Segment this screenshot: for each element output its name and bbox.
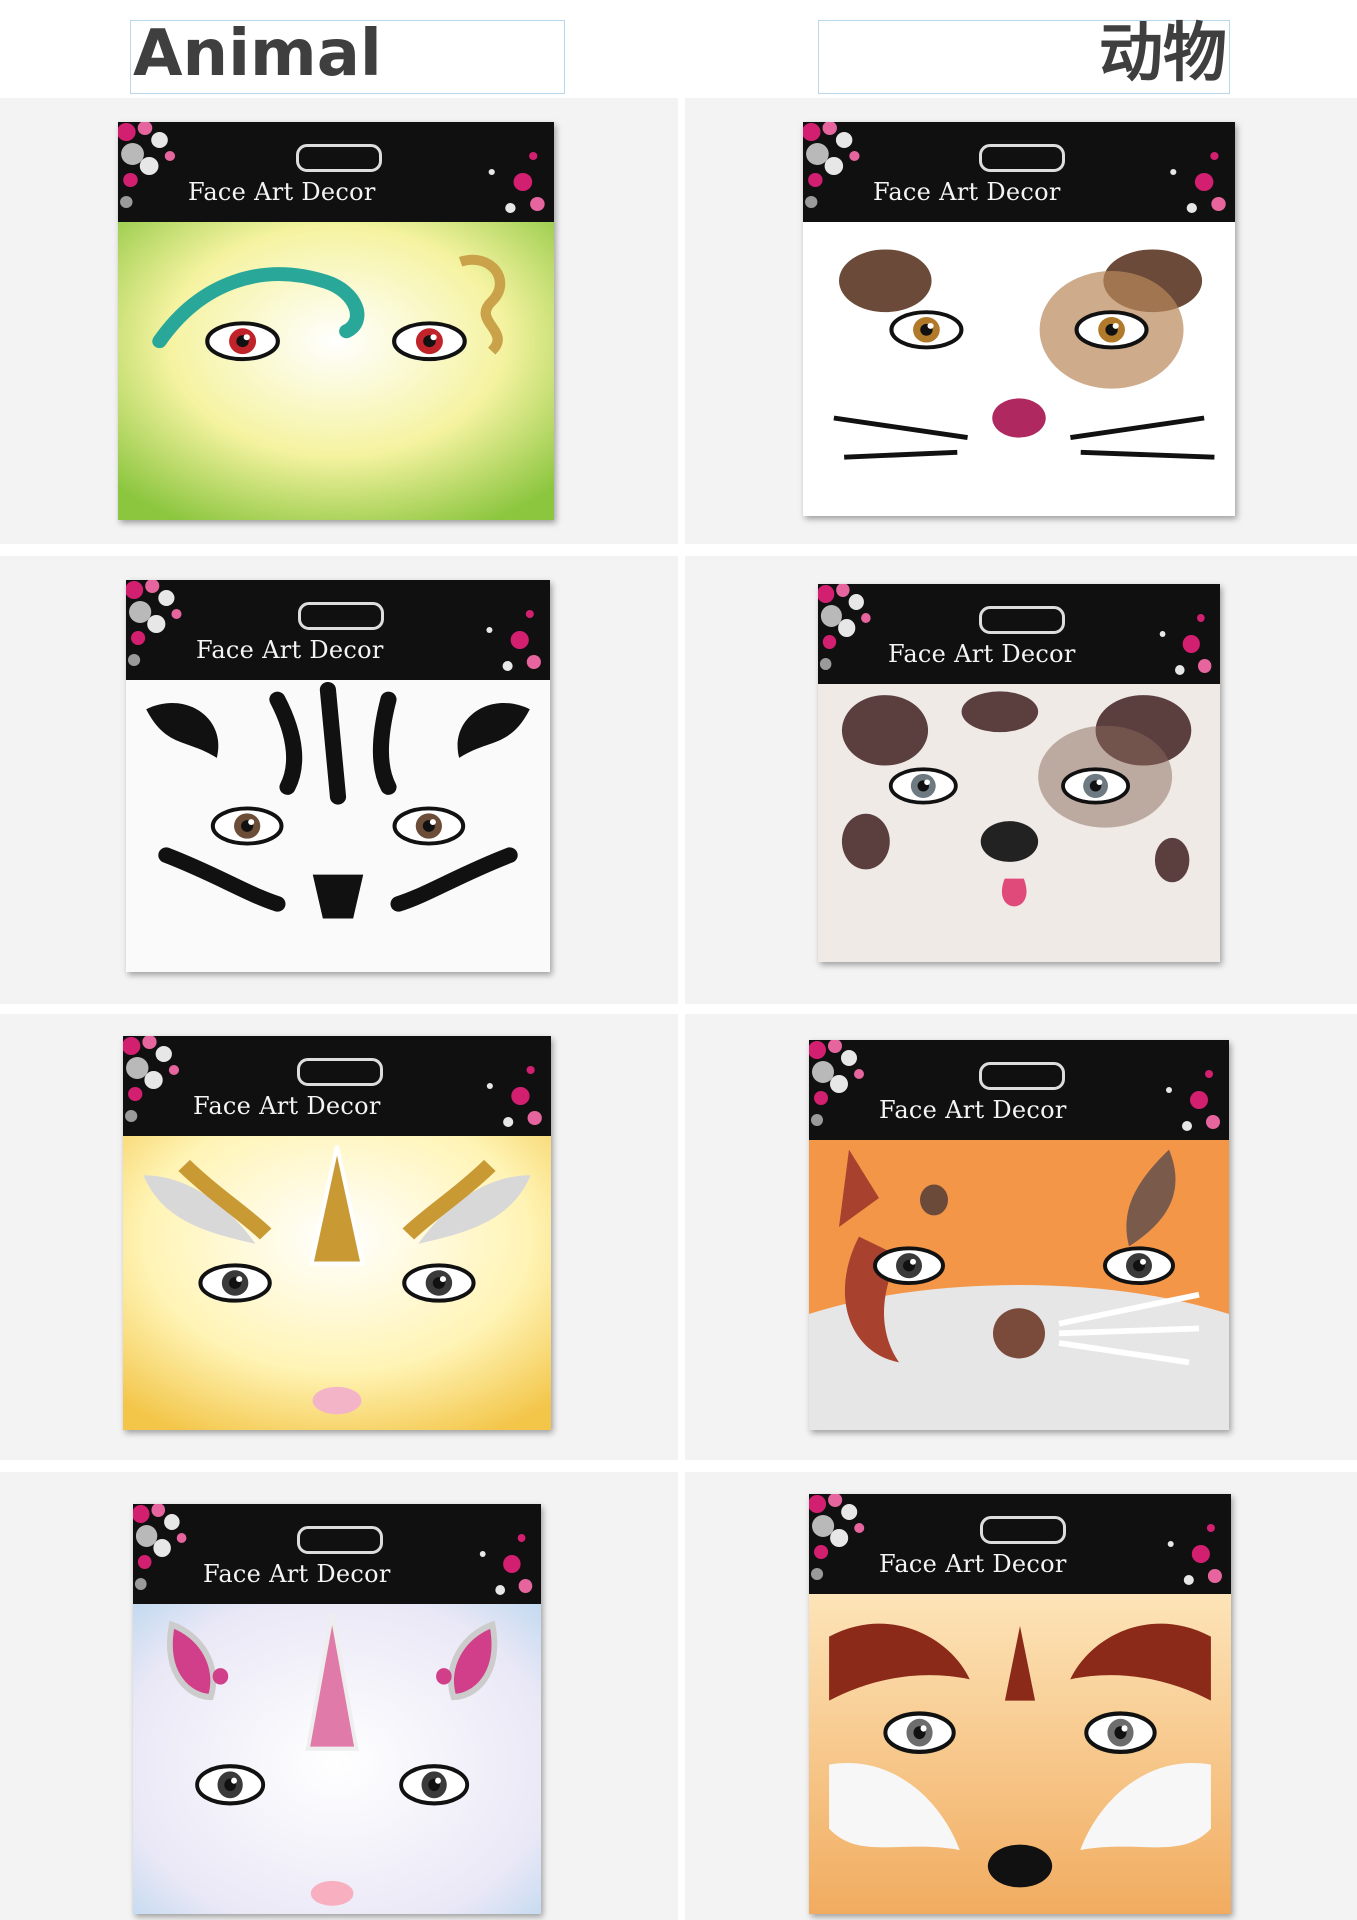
grid-cell-6: Face Art Decor	[685, 1014, 1357, 1460]
hang-slot	[979, 1062, 1065, 1090]
grid-cell-3: Face Art Decor	[0, 556, 678, 1004]
face-art-puppy	[803, 222, 1235, 516]
product-card-zebra[interactable]: Face Art Decor	[126, 580, 550, 972]
decorative-bubbles	[803, 122, 1226, 213]
face-art-pink-unicorn	[133, 1604, 541, 1914]
hang-slot	[979, 144, 1065, 172]
decorative-bubbles	[818, 584, 1212, 675]
card-header-band	[133, 1504, 541, 1604]
face-art-zebra	[126, 680, 550, 972]
header-right-box: 动物	[818, 17, 1230, 94]
decorative-bubbles	[809, 1040, 1220, 1131]
card-title: Face Art Decor	[879, 1550, 1067, 1578]
card-header-band	[126, 580, 550, 680]
hang-slot	[979, 606, 1065, 634]
card-header-band	[118, 122, 554, 222]
hang-slot	[296, 144, 382, 172]
card-title: Face Art Decor	[196, 636, 384, 664]
hang-slot	[297, 1526, 383, 1554]
product-card-puppy[interactable]: Face Art Decor	[803, 122, 1235, 516]
face-art-tiger-fox	[809, 1594, 1231, 1914]
product-card-golden-unicorn[interactable]: Face Art Decor	[123, 1036, 551, 1430]
card-header-band	[809, 1494, 1231, 1594]
face-art-gecko	[118, 222, 554, 520]
decorative-bubbles	[809, 1494, 1222, 1585]
card-title: Face Art Decor	[888, 640, 1076, 668]
product-card-pink-unicorn[interactable]: Face Art Decor	[133, 1504, 541, 1914]
card-title: Face Art Decor	[188, 178, 376, 206]
grid-cell-1: Face Art Decor	[0, 98, 678, 544]
card-title: Face Art Decor	[873, 178, 1061, 206]
grid-cell-2: Face Art Decor	[685, 98, 1357, 544]
card-header-band	[809, 1040, 1229, 1140]
card-header-band	[803, 122, 1235, 222]
card-title: Face Art Decor	[203, 1560, 391, 1588]
card-header-band	[123, 1036, 551, 1136]
grid-cell-7: Face Art Decor	[0, 1472, 678, 1920]
hang-slot	[298, 602, 384, 630]
face-art-golden-unicorn	[123, 1136, 551, 1430]
hang-slot	[297, 1058, 383, 1086]
decorative-bubbles	[123, 1036, 542, 1127]
header-left-box: Animal	[130, 17, 565, 94]
card-header-band	[818, 584, 1220, 684]
header-title-english: Animal	[133, 17, 382, 91]
decorative-bubbles	[126, 580, 541, 671]
product-card-dalmatian[interactable]: Face Art Decor	[818, 584, 1220, 962]
card-title: Face Art Decor	[879, 1096, 1067, 1124]
grid-cell-5: Face Art Decor	[0, 1014, 678, 1460]
decorative-bubbles	[118, 122, 545, 213]
product-card-fox[interactable]: Face Art Decor	[809, 1040, 1229, 1430]
product-card-tiger-fox[interactable]: Face Art Decor	[809, 1494, 1231, 1914]
header-title-chinese: 动物	[1099, 17, 1227, 91]
face-art-dalmatian	[818, 684, 1220, 962]
card-title: Face Art Decor	[193, 1092, 381, 1120]
product-card-gecko[interactable]: Face Art Decor	[118, 122, 554, 520]
hang-slot	[980, 1516, 1066, 1544]
face-art-fox	[809, 1140, 1229, 1430]
grid-cell-4: Face Art Decor	[685, 556, 1357, 1004]
grid-cell-8: Face Art Decor	[685, 1472, 1357, 1920]
decorative-bubbles	[133, 1504, 533, 1595]
